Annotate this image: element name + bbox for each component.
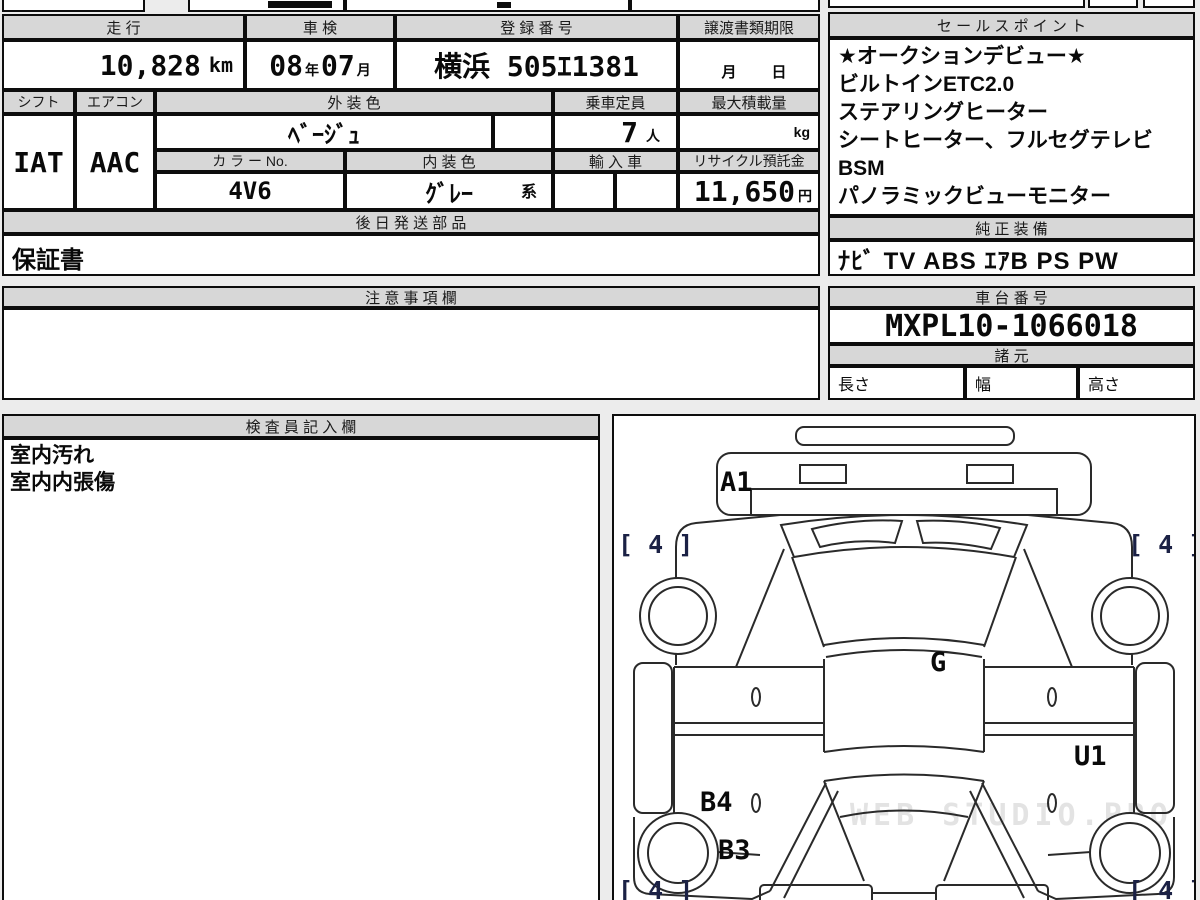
later-parts-header: 後 日 発 送 部 品 (2, 210, 820, 234)
tire-mark-front-right: [ 4 ] (1128, 530, 1194, 559)
cautions-box (2, 308, 820, 400)
registration-value: 横浜 505ｴ1381 (395, 40, 678, 90)
damage-mark-g: G (930, 647, 946, 678)
transfer-month-unit: 月 (721, 64, 737, 81)
interior-color-value: ｸﾞﾚｰ 系 (345, 172, 553, 210)
aircon-header: エアコン (75, 90, 155, 114)
registration-header: 登 録 番 号 (395, 14, 678, 40)
transfer-day-unit: 日 (771, 64, 787, 81)
inspection-value: 08 年 07 月 (245, 40, 395, 90)
imported-header: 輸 入 車 (553, 150, 678, 172)
mileage-number: 10,828 (99, 48, 201, 82)
sales-point-line: ビルトインETC2.0 (838, 73, 1015, 96)
capacity-value: 7 人 (553, 114, 678, 150)
exterior-color-blank (493, 114, 553, 150)
genuine-equipment-header: 純 正 装 備 (828, 216, 1195, 240)
mileage-unit: km (208, 53, 233, 77)
inspector-note-line: 室内内張傷 (10, 471, 115, 494)
interior-color-header: 内 装 色 (345, 150, 553, 172)
car-diagram-box: WEB STUDIO.PRO A1 G U1 B4 B3 [4] [4 [… (612, 414, 1196, 900)
capacity-header: 乗車定員 (553, 90, 678, 114)
mileage-value: 10,828 km (2, 40, 245, 90)
imported-value-blank-1 (553, 172, 615, 210)
max-load-value: kg (678, 114, 820, 150)
sales-points-box: ★オークションデビュー★ ビルトインETC2.0 ステアリングヒーター シートヒ… (828, 38, 1195, 216)
exterior-color-header: 外 装 色 (155, 90, 553, 114)
cutoff-cell (828, 0, 1085, 8)
interior-color-name: ｸﾞﾚｰ (425, 179, 473, 208)
cutoff-cell (188, 0, 345, 12)
color-no-header: カ ラ ー No. (155, 150, 345, 172)
car-diagram: WEB STUDIO.PRO A1 G U1 B4 B3 [4] [4 [… (618, 426, 1194, 900)
interior-color-suffix: 系 (520, 184, 537, 201)
dimension-length-cell: 長さ (828, 366, 965, 400)
sales-point-line: BSM (838, 157, 885, 180)
inspector-notes-header: 検 査 員 記 入 欄 (2, 414, 600, 438)
imported-value-blank-2 (615, 172, 678, 210)
sales-points-header: セ ー ル ス ポ イ ン ト (828, 12, 1195, 38)
cutoff-cell (1088, 0, 1138, 8)
damage-mark-u1: U1 (1074, 741, 1107, 772)
max-load-unit: kg (793, 124, 810, 140)
transfer-deadline-value: 月 日 (678, 40, 820, 90)
genuine-equipment-value: ﾅﾋﾞ TV ABS ｴｱB PS PW (828, 240, 1195, 276)
chassis-number-header: 車 台 番 号 (828, 286, 1195, 308)
cutoff-cell (2, 0, 145, 12)
sales-point-line: ステアリングヒーター (838, 101, 1048, 124)
inspector-notes-box: 室内汚れ 室内内張傷 (2, 438, 600, 900)
inspector-note-line: 室内汚れ (10, 444, 94, 467)
inspection-month: 07 (321, 48, 355, 82)
max-load-header: 最大積載量 (678, 90, 820, 114)
damage-mark-a1: A1 (720, 467, 753, 498)
recycle-deposit-unit: 円 (798, 188, 812, 204)
transfer-deadline-header: 譲渡書類期限 (678, 14, 820, 40)
cutoff-text-fragment (497, 2, 511, 8)
cutoff-cell (1143, 0, 1195, 8)
recycle-deposit-header: リサイクル預託金 (678, 150, 820, 172)
shift-value: IAT (2, 114, 75, 210)
aircon-value: AAC (75, 114, 155, 210)
mileage-header: 走 行 (2, 14, 245, 40)
damage-mark-b3: B3 (718, 835, 751, 866)
later-parts-value: 保証書 (2, 234, 820, 276)
sales-point-line: ★オークションデビュー★ (838, 45, 1086, 68)
capacity-unit: 人 (646, 128, 660, 144)
auction-sheet: 走 行 車 検 登 録 番 号 譲渡書類期限 10,828 km 08 年 07… (0, 0, 1200, 900)
sales-point-line: シートヒーター、フルセグテレビ (838, 129, 1153, 152)
cutoff-cell (345, 0, 630, 12)
color-no-value: 4V6 (155, 172, 345, 210)
recycle-deposit-value: 11,650 円 (678, 172, 820, 210)
cautions-header: 注 意 事 項 欄 (2, 286, 820, 308)
recycle-deposit-number: 11,650 (693, 174, 795, 208)
damage-mark-b4: B4 (700, 787, 733, 818)
dimension-height-cell: 高さ (1078, 366, 1195, 400)
cutoff-cell (630, 0, 820, 12)
dimensions-header: 諸 元 (828, 344, 1195, 366)
tire-mark-rear-right: [ 4 ] (1128, 876, 1194, 900)
inspection-year: 08 (269, 48, 303, 82)
tire-mark-rear-left: [ 4 ] (618, 876, 693, 900)
exterior-color-value: ﾍﾞｰｼﾞｭ (155, 114, 493, 150)
inspection-header: 車 検 (245, 14, 395, 40)
chassis-number-value: MXPL10-1066018 (828, 308, 1195, 344)
inspection-month-unit: 月 (356, 63, 371, 79)
dimension-width-cell: 幅 (965, 366, 1078, 400)
capacity-number: 7 (621, 115, 638, 149)
tire-mark-front-left: [ 4 ] (618, 530, 693, 559)
cutoff-text-fragment (268, 1, 332, 8)
shift-header: シフト (2, 90, 75, 114)
sales-point-line: パノラミックビューモニター (838, 185, 1111, 208)
inspection-year-unit: 年 (305, 63, 319, 79)
